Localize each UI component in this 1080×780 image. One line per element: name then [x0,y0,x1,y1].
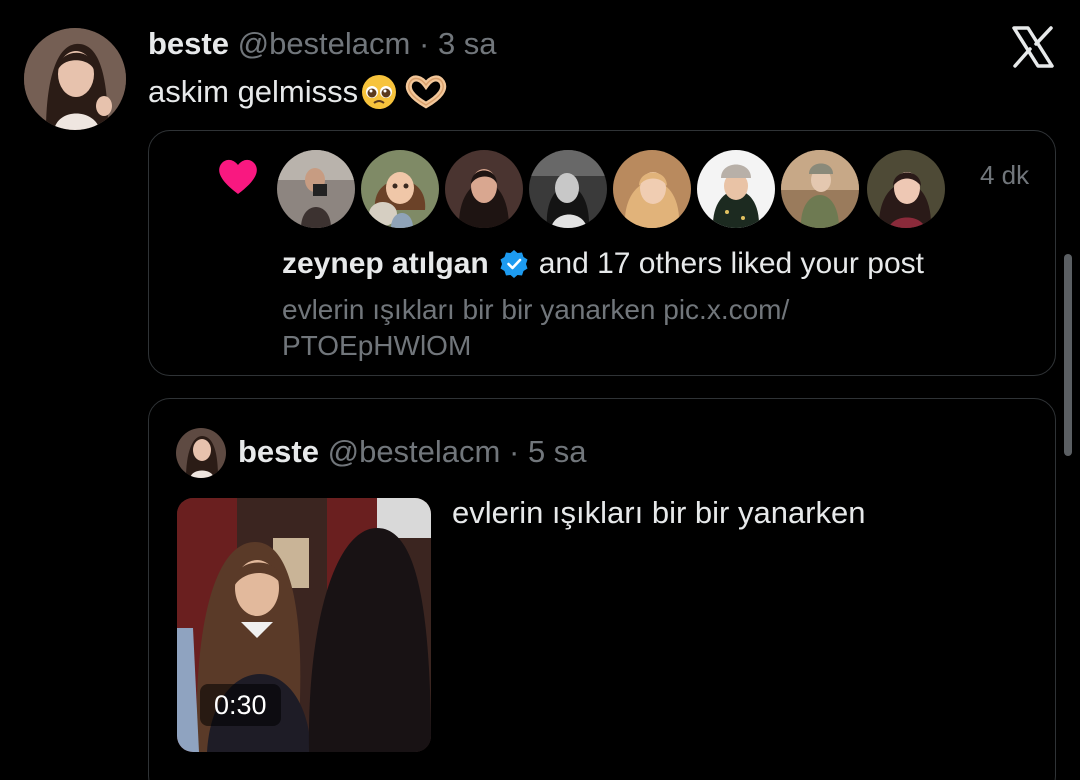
post-preview: evlerin ışıkları bir bir yanarken pic.x.… [282,292,789,364]
tweet-body: askim gelmisss [148,73,448,111]
separator: · [419,26,430,61]
author-name[interactable]: beste [148,26,229,61]
liker-name[interactable]: zeynep atılgan [282,246,489,282]
liker-avatar[interactable] [867,150,945,228]
tweet-screen: beste @bestelacm · 3 sa askim gelmisss 4… [0,0,1080,780]
heart-icon [216,156,260,196]
liker-avatar[interactable] [277,150,355,228]
heart-hands-emoji-icon [404,75,448,109]
liked-summary: zeynep atılgan and 17 others liked your … [282,246,924,282]
avatar[interactable] [176,428,226,478]
tweet-header: beste @bestelacm · 3 sa [148,26,497,62]
quoted-text: evlerin ışıkları bir bir yanarken [452,495,866,530]
author-name[interactable]: beste [238,434,319,469]
separator: · [509,434,520,469]
quoted-time[interactable]: 5 sa [528,434,587,469]
close-x-icon[interactable] [1010,24,1056,70]
liker-avatar[interactable] [697,150,775,228]
liker-avatar[interactable] [529,150,607,228]
liker-avatar[interactable] [361,150,439,228]
liker-avatar[interactable] [445,150,523,228]
avatar[interactable] [24,28,126,130]
video-duration: 0:30 [200,684,281,726]
tweet-time[interactable]: 3 sa [438,26,497,61]
liker-avatar[interactable] [781,150,859,228]
preview-line: evlerin ışıkları bir bir yanarken pic.x.… [282,294,790,325]
author-handle[interactable]: @bestelacm [238,26,411,61]
author-handle[interactable]: @bestelacm [328,434,501,469]
verified-badge-icon [499,249,529,279]
scrollbar[interactable] [1064,254,1072,456]
quoted-header: beste @bestelacm · 5 sa [238,434,587,470]
tweet-text: askim gelmisss [148,74,359,109]
liker-avatar[interactable] [613,150,691,228]
pleading-face-emoji-icon [360,73,398,111]
preview-line: PTOEpHWlOM [282,330,472,361]
notification-time: 4 dk [980,160,1030,190]
liked-text: and 17 others liked your post [538,247,924,280]
